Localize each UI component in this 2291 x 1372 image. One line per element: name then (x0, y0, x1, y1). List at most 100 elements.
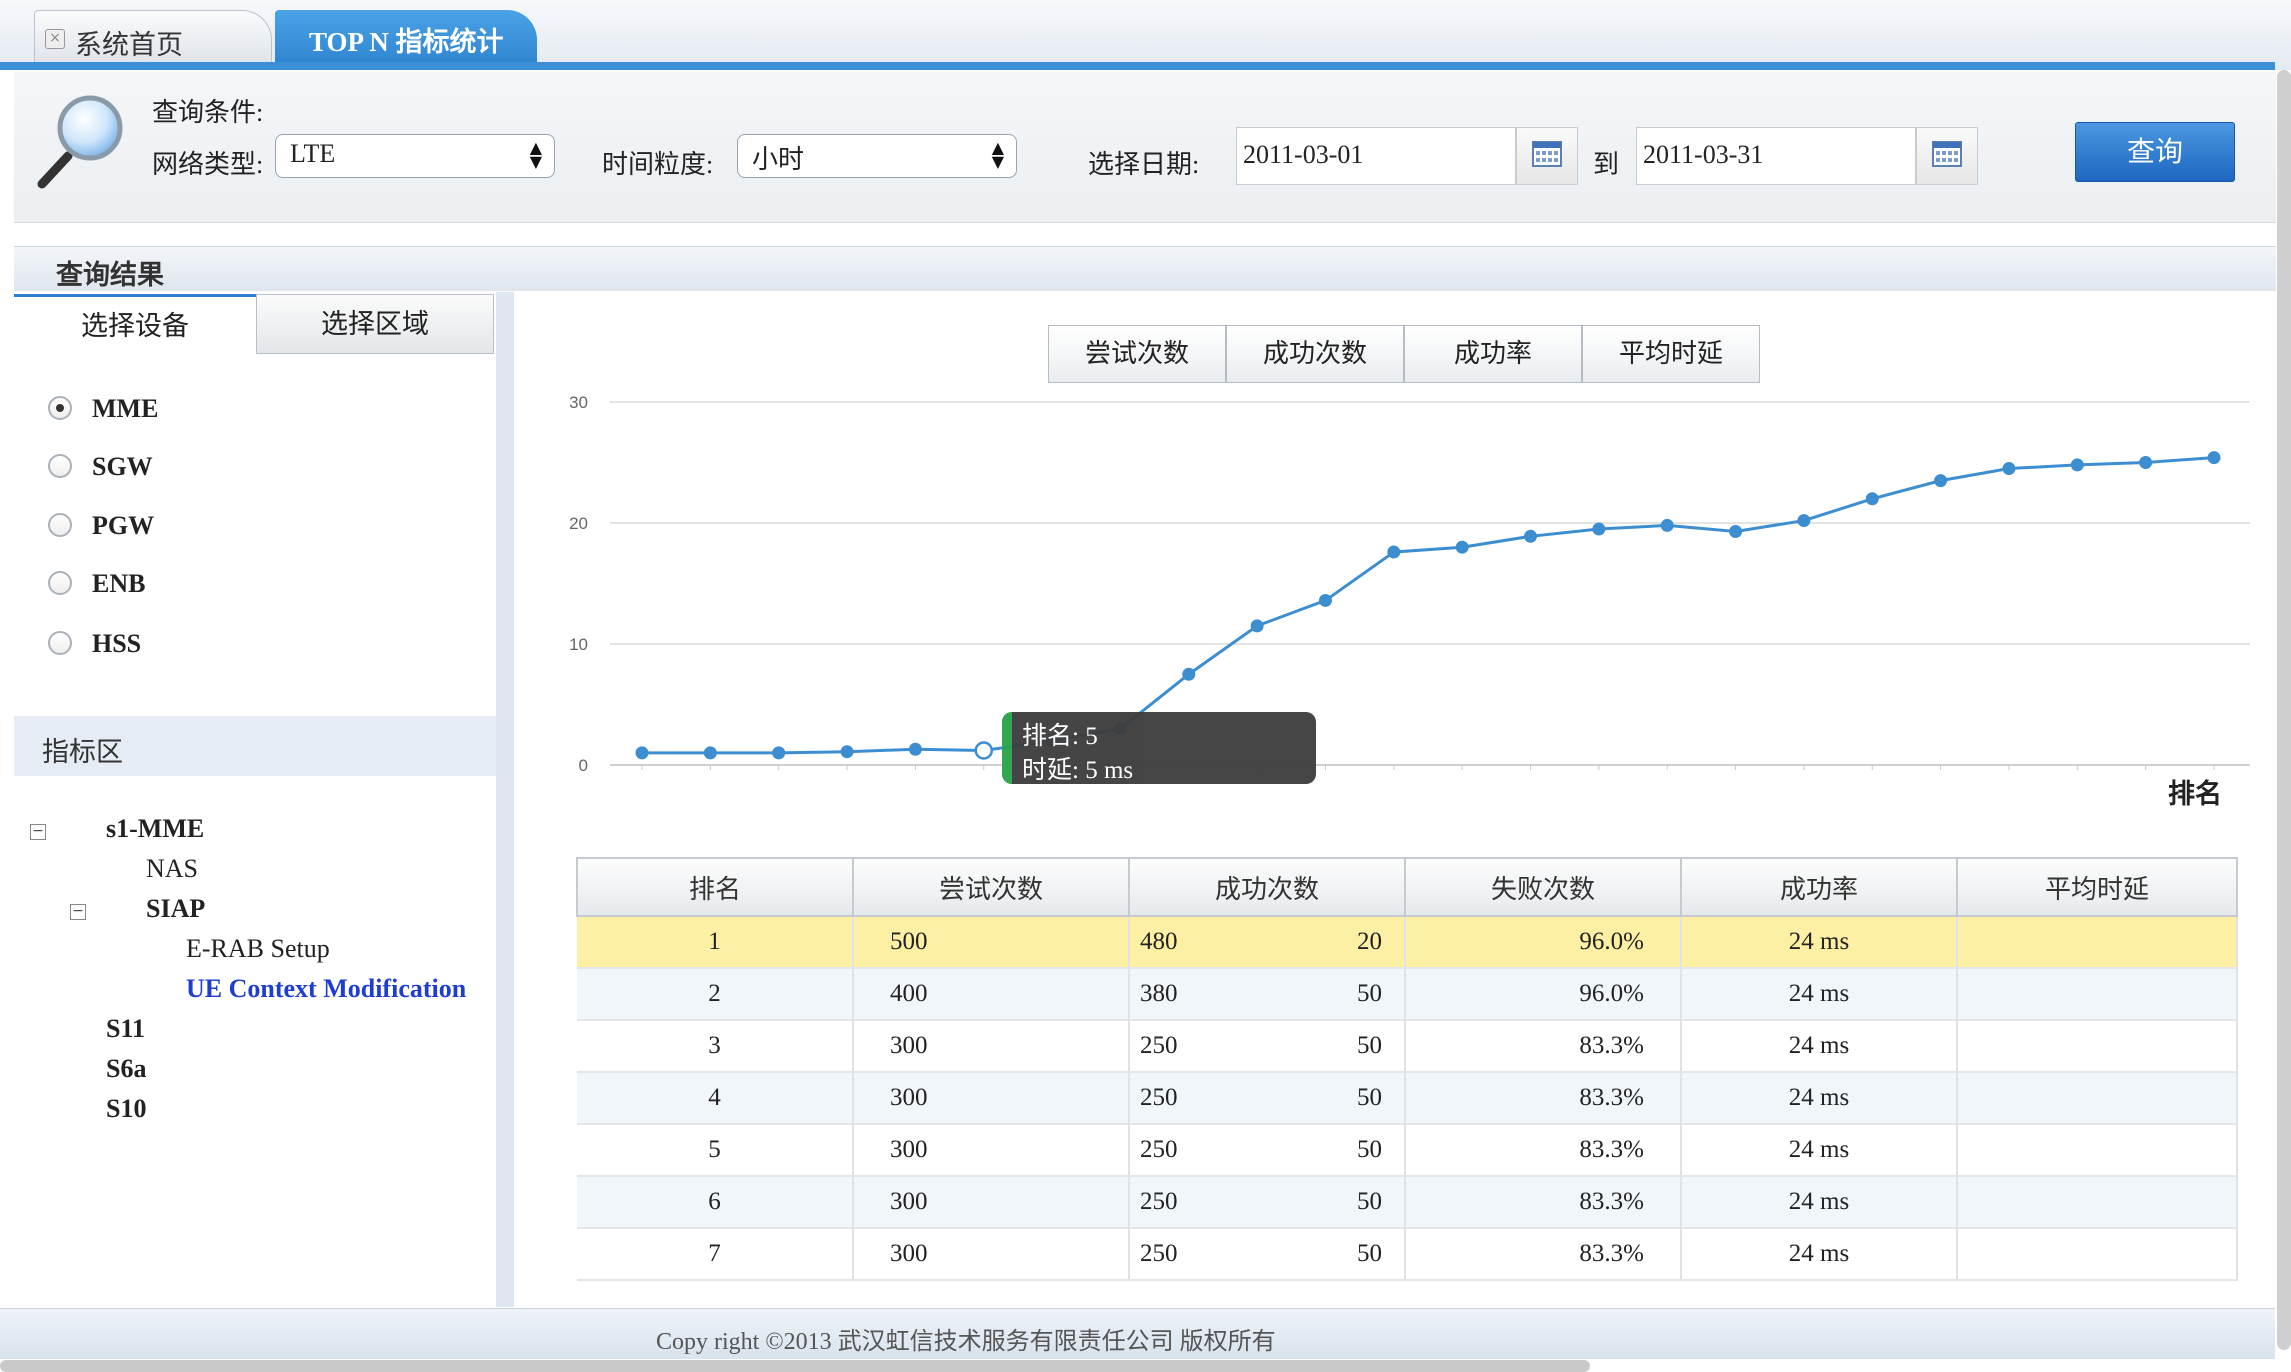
column-header-successes[interactable]: 成功次数 (1128, 857, 1406, 917)
tab-attempts[interactable]: 尝试次数 (1048, 325, 1226, 383)
cell-successes: 250 (1140, 1084, 1178, 1111)
tab-bar-underline (0, 62, 2275, 70)
column-header-rank[interactable]: 排名 (576, 857, 854, 917)
data-point[interactable] (635, 746, 649, 760)
cell-successes: 480 (1140, 928, 1178, 955)
tab-select-device[interactable]: 选择设备 (14, 294, 256, 354)
data-point[interactable] (908, 742, 922, 756)
cell-successes: 380 (1140, 980, 1178, 1007)
column-header-failures[interactable]: 失败次数 (1404, 857, 1682, 917)
table-row[interactable]: 2 400 380 50 96.0% 24 ms (577, 968, 2238, 1021)
copyright-text: Copy right ©2013 武汉虹信技术服务有限责任公司 版权所有 (656, 1329, 1276, 1355)
cell-empty (1957, 968, 2238, 1021)
data-point[interactable] (2139, 456, 2153, 469)
column-header-attempts[interactable]: 尝试次数 (852, 857, 1130, 917)
tree-node-siap[interactable]: SIAP (146, 894, 205, 924)
close-icon[interactable]: × (45, 29, 65, 49)
calendar-icon[interactable] (1516, 127, 1578, 185)
calendar-icon[interactable] (1916, 127, 1978, 185)
radio-hss[interactable] (48, 631, 72, 655)
granularity-select[interactable]: 小时 ▲ ▼ (737, 134, 1017, 178)
tab-home[interactable]: × 系统首页 (34, 10, 272, 64)
query-title: 查询条件: (152, 98, 264, 127)
cell-failures: 50 (1357, 1032, 1382, 1059)
tree-node-s10[interactable]: S10 (106, 1094, 146, 1124)
cell-failures: 50 (1357, 1188, 1382, 1215)
tree-node-s11[interactable]: S11 (106, 1014, 145, 1044)
data-point[interactable] (1524, 529, 1538, 543)
table-row[interactable]: 3 300 250 50 83.3% 24 ms (577, 1020, 2238, 1073)
tab-topn[interactable]: TOP N 指标统计 (275, 10, 537, 66)
data-point[interactable] (1592, 522, 1606, 536)
data-point[interactable] (1455, 540, 1469, 554)
data-point[interactable] (1934, 474, 1948, 488)
table-row[interactable]: 7 300 250 50 83.3% 24 ms (577, 1228, 2238, 1281)
data-point[interactable] (2002, 462, 2016, 476)
radio-mme[interactable] (48, 396, 72, 420)
cell-attempts: 300 (853, 1176, 1130, 1229)
tree-node-nas[interactable]: NAS (146, 854, 198, 884)
cell-success-rate: 96.0% (1405, 916, 1682, 969)
cell-success-rate: 83.3% (1405, 1020, 1682, 1073)
data-point[interactable] (772, 746, 786, 760)
data-point[interactable] (1865, 492, 1879, 506)
data-point[interactable] (840, 745, 854, 759)
cell-rank: 1 (577, 916, 854, 969)
cell-failures: 50 (1357, 1240, 1382, 1267)
y-tick-label: 0 (579, 756, 588, 775)
y-tick-label: 10 (569, 635, 588, 654)
cell-empty (1957, 1020, 2238, 1073)
query-button[interactable]: 查询 (2075, 122, 2235, 182)
chart-grid (610, 401, 2250, 770)
network-type-select[interactable]: LTE ▲ ▼ (275, 134, 555, 178)
tab-successes[interactable]: 成功次数 (1226, 325, 1404, 383)
table-header-row: 排名 尝试次数 成功次数 失败次数 成功率 平均时延 (576, 857, 2238, 917)
cell-rank: 6 (577, 1176, 854, 1229)
cell-successes-failures: 250 50 (1129, 1020, 1406, 1073)
tree-node-ue-context-modification[interactable]: UE Context Modification (186, 974, 466, 1004)
radio-pgw[interactable] (48, 513, 72, 537)
collapse-icon[interactable]: − (30, 824, 46, 840)
tree-node-s6a[interactable]: S6a (106, 1054, 146, 1084)
tree-node-s1-mme[interactable]: s1-MME (106, 814, 204, 844)
tab-select-region[interactable]: 选择区域 (256, 294, 494, 354)
cell-attempts: 500 (853, 916, 1130, 969)
panel-splitter[interactable] (496, 292, 514, 1307)
data-point[interactable] (2207, 451, 2221, 465)
network-type-value: LTE (290, 139, 336, 168)
cell-success-rate: 96.0% (1405, 968, 1682, 1021)
table-row[interactable]: 1 500 480 20 96.0% 24 ms (577, 916, 2238, 969)
y-axis-ticks: 0 10 20 30 (569, 393, 588, 775)
data-point[interactable] (1729, 524, 1743, 538)
cell-avg-delay: 24 ms (1681, 1124, 1958, 1177)
cell-avg-delay: 24 ms (1681, 1020, 1958, 1073)
tree-node-erab-setup[interactable]: E-RAB Setup (186, 934, 330, 964)
data-point[interactable] (1250, 619, 1264, 633)
horizontal-scrollbar[interactable] (0, 1360, 1590, 1372)
radio-sgw[interactable] (48, 454, 72, 478)
vertical-scrollbar[interactable] (2277, 70, 2291, 1350)
table-row[interactable]: 6 300 250 50 83.3% 24 ms (577, 1176, 2238, 1229)
indicator-title: 指标区 (42, 737, 123, 767)
column-header-avg-delay[interactable]: 平均时延 (1956, 857, 2238, 917)
data-point[interactable] (974, 741, 993, 760)
date-to-label: 到 (1593, 150, 1620, 179)
collapse-icon[interactable]: − (70, 904, 86, 920)
radio-label-enb: ENB (92, 569, 146, 598)
tab-avg-delay[interactable]: 平均时延 (1582, 325, 1760, 383)
data-point[interactable] (1797, 514, 1811, 528)
data-point[interactable] (2070, 458, 2084, 472)
table-row[interactable]: 5 300 250 50 83.3% 24 ms (577, 1124, 2238, 1177)
data-point[interactable] (1318, 593, 1332, 607)
date-from-input[interactable]: 2011-03-01 (1236, 127, 1516, 185)
results-table: 排名 尝试次数 成功次数 失败次数 成功率 平均时延 1 500 480 20 96.0… (576, 857, 2238, 1281)
data-point[interactable] (1182, 667, 1196, 681)
date-to-input[interactable]: 2011-03-31 (1636, 127, 1916, 185)
data-point[interactable] (1387, 545, 1401, 559)
table-row[interactable]: 4 300 250 50 83.3% 24 ms (577, 1072, 2238, 1125)
data-point[interactable] (703, 746, 717, 760)
data-point[interactable] (1660, 518, 1674, 532)
column-header-success-rate[interactable]: 成功率 (1680, 857, 1958, 917)
radio-enb[interactable] (48, 571, 72, 595)
tab-success-rate[interactable]: 成功率 (1404, 325, 1582, 383)
